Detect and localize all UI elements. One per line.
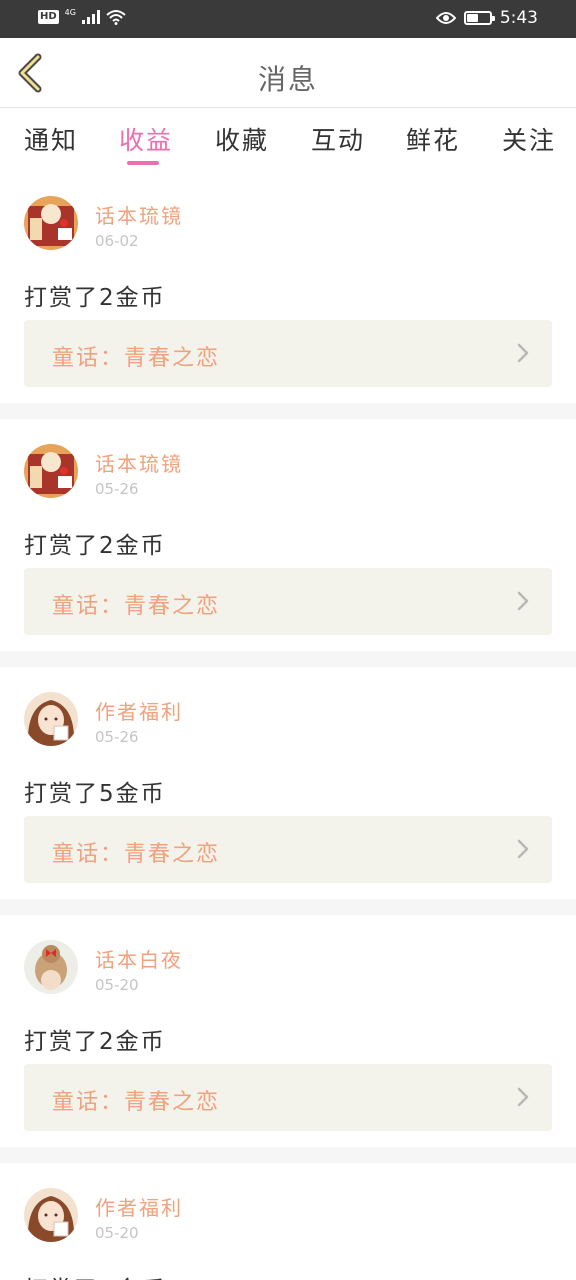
message-text: 打赏了5金币 [24, 1270, 166, 1280]
sender-name[interactable]: 话本琉镜 [95, 448, 183, 477]
status-right: 5:43 [435, 8, 538, 28]
hd-badge: HD [38, 10, 59, 24]
section-divider [0, 899, 576, 915]
anime-girl-avatar[interactable] [24, 1188, 78, 1242]
chevron-right-icon [517, 591, 529, 611]
battery-icon [463, 11, 495, 25]
navigation-bar: 消息 [0, 38, 576, 108]
sender-name[interactable]: 话本白夜 [95, 944, 183, 973]
page-title: 消息 [257, 63, 318, 96]
wifi-icon [106, 10, 126, 25]
section-divider [0, 403, 576, 419]
message-date: 05-20 [95, 1224, 139, 1242]
message-date: 05-20 [95, 976, 139, 994]
section-divider [0, 1147, 576, 1163]
network-label: 4G [64, 7, 76, 17]
story-link[interactable]: 童话：青春之恋 [24, 1064, 552, 1131]
status-time: 5:43 [499, 8, 538, 28]
message-card: 作者福利 05-26 打赏了5金币 童话：青春之恋 [0, 692, 576, 900]
chevron-right-icon [517, 1087, 529, 1107]
message-date: 06-02 [95, 232, 139, 250]
chevron-right-icon [517, 839, 529, 859]
status-left: HD 4G [38, 7, 126, 25]
girl-with-red-bow-avatar[interactable] [24, 940, 78, 994]
active-tab-indicator [127, 161, 159, 165]
tab-notifications[interactable]: 通知 [24, 121, 78, 157]
message-date: 05-26 [95, 728, 139, 746]
story-title: 童话：青春之恋 [52, 1090, 221, 1115]
sender-name[interactable]: 作者福利 [95, 1192, 183, 1221]
story-link[interactable]: 童话：青春之恋 [24, 816, 552, 883]
message-text: 打赏了2金币 [24, 1029, 166, 1055]
message-text: 打赏了5金币 [24, 781, 166, 807]
story-title: 童话：青春之恋 [52, 842, 221, 867]
story-title: 童话：青春之恋 [52, 594, 221, 619]
sender-name[interactable]: 话本琉镜 [95, 200, 183, 229]
message-date: 05-26 [95, 480, 139, 498]
section-divider [0, 651, 576, 667]
battery-fill [466, 14, 478, 22]
message-text: 打赏了2金币 [24, 285, 166, 311]
message-card: 话本琉镜 06-02 打赏了2金币 童话：青春之恋 [0, 196, 576, 404]
story-link[interactable]: 童话：青春之恋 [24, 320, 552, 387]
status-bar: HD 4G 5:43 [0, 0, 576, 38]
story-link[interactable]: 童话：青春之恋 [24, 568, 552, 635]
tab-favorites[interactable]: 收藏 [215, 121, 269, 157]
tab-interactions[interactable]: 互动 [311, 121, 365, 157]
illustrated-avatar-brown[interactable] [24, 196, 78, 250]
chevron-right-icon [517, 343, 529, 363]
message-card: 话本白夜 05-20 打赏了2金币 童话：青春之恋 [0, 940, 576, 1148]
eye-icon [435, 12, 456, 24]
tab-flowers[interactable]: 鲜花 [406, 121, 460, 157]
signal-icon [81, 10, 100, 24]
sender-name[interactable]: 作者福利 [95, 696, 183, 725]
tab-bar: 通知 收益 收藏 互动 鲜花 关注 [0, 109, 576, 169]
message-card: 话本琉镜 05-26 打赏了2金币 童话：青春之恋 [0, 444, 576, 652]
tab-following[interactable]: 关注 [502, 121, 556, 157]
tab-earnings[interactable]: 收益 [119, 121, 173, 157]
illustrated-avatar-brown[interactable] [24, 444, 78, 498]
message-card: 作者福利 05-20 打赏了5金币 [0, 1188, 576, 1280]
message-text: 打赏了2金币 [24, 533, 166, 559]
anime-girl-avatar[interactable] [24, 692, 78, 746]
story-title: 童话：青春之恋 [52, 346, 221, 371]
